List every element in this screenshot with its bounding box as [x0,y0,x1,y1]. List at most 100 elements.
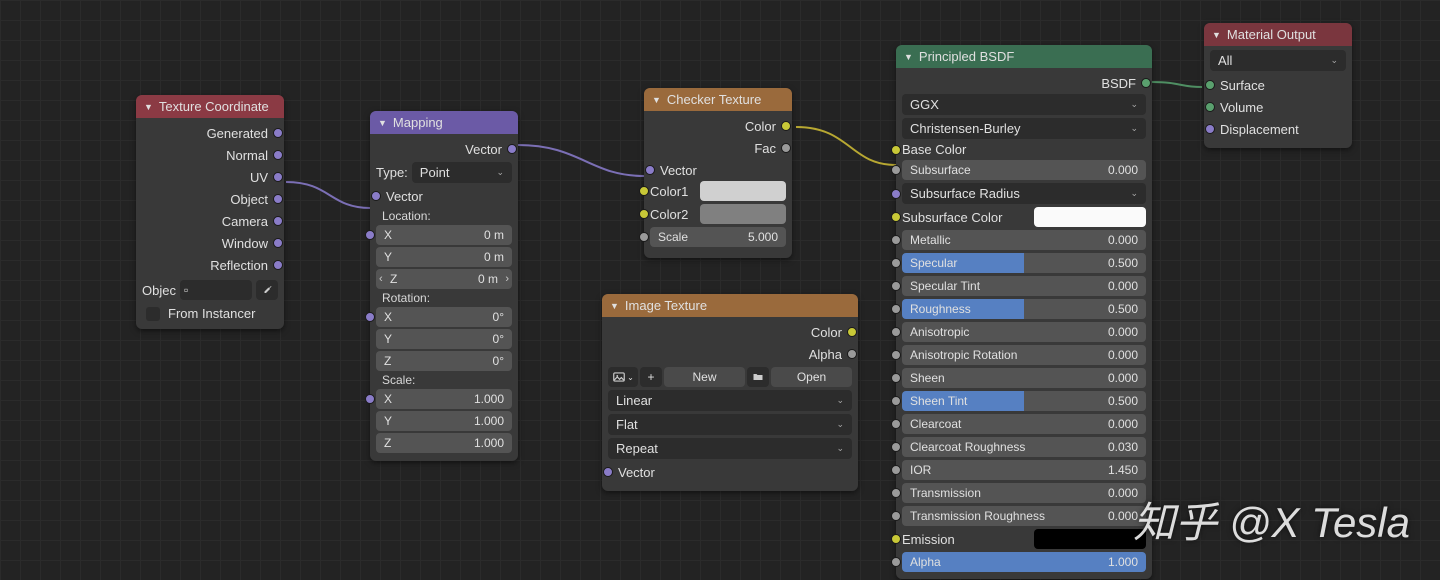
node-header[interactable]: ▼ Material Output [1204,23,1352,46]
roughness-field[interactable]: Roughness0.500 [902,299,1146,319]
open-folder-button[interactable] [747,367,769,387]
socket-sheen[interactable] [891,373,901,383]
sheen-tint-field[interactable]: Sheen Tint0.500 [902,391,1146,411]
anisotropic-field[interactable]: Anisotropic0.000 [902,322,1146,342]
socket-color-out[interactable] [781,121,791,131]
scale-field[interactable]: Scale5.000 [650,227,786,247]
socket-alpha-out[interactable] [847,349,857,359]
add-image-button[interactable]: + [640,367,662,387]
interpolation-dropdown[interactable]: Linear⌄ [608,390,852,411]
socket-clearcoat[interactable] [891,419,901,429]
from-instancer-checkbox[interactable] [146,307,160,321]
ior-field[interactable]: IOR1.450 [902,460,1146,480]
distribution-dropdown[interactable]: GGX⌄ [902,94,1146,115]
socket-clearcoat-roughness[interactable] [891,442,901,452]
node-header[interactable]: ▼ Checker Texture [644,88,792,111]
node-header[interactable]: ▼ Mapping [370,111,518,134]
scale-y[interactable]: Y1.000 [376,411,512,431]
node-material-output[interactable]: ▼ Material Output All⌄ Surface Volume Di… [1204,23,1352,148]
socket-alpha[interactable] [891,557,901,567]
socket-normal[interactable] [273,150,283,160]
socket-specular[interactable] [891,258,901,268]
socket-roughness[interactable] [891,304,901,314]
node-header[interactable]: ▼ Principled BSDF [896,45,1152,68]
socket-color2[interactable] [639,209,649,219]
target-dropdown[interactable]: All⌄ [1210,50,1346,71]
transmission-field[interactable]: Transmission0.000 [902,483,1146,503]
rotation-z[interactable]: Z0° [376,351,512,371]
subsurface-color-swatch[interactable] [1034,207,1146,227]
collapse-icon[interactable]: ▼ [652,95,661,105]
anisotropic-rotation-field[interactable]: Anisotropic Rotation0.000 [902,345,1146,365]
node-checker-texture[interactable]: ▼ Checker Texture Color Fac Vector Color… [644,88,792,258]
socket-surface[interactable] [1205,80,1215,90]
socket-specular-tint[interactable] [891,281,901,291]
socket-scale[interactable] [365,394,375,404]
socket-reflection[interactable] [273,260,283,270]
object-picker[interactable]: ▫ [180,280,252,300]
alpha-field[interactable]: Alpha1.000 [902,552,1146,572]
node-mapping[interactable]: ▼ Mapping Vector Type: Point⌄ Vector Loc… [370,111,518,461]
socket-metallic[interactable] [891,235,901,245]
collapse-icon[interactable]: ▼ [144,102,153,112]
socket-anisotropic[interactable] [891,327,901,337]
clearcoat-field[interactable]: Clearcoat0.000 [902,414,1146,434]
collapse-icon[interactable]: ▼ [610,301,619,311]
subsurface-field[interactable]: Subsurface0.000 [902,160,1146,180]
scale-x[interactable]: X1.000 [376,389,512,409]
socket-vector-in[interactable] [371,191,381,201]
collapse-icon[interactable]: ▼ [378,118,387,128]
location-y[interactable]: Y0 m [376,247,512,267]
collapse-icon[interactable]: ▼ [904,52,913,62]
socket-transmission-roughness[interactable] [891,511,901,521]
socket-location[interactable] [365,230,375,240]
projection-dropdown[interactable]: Flat⌄ [608,414,852,435]
specular-tint-field[interactable]: Specular Tint0.000 [902,276,1146,296]
transmission-roughness-field[interactable]: Transmission Roughness0.000 [902,506,1146,526]
socket-object[interactable] [273,194,283,204]
socket-camera[interactable] [273,216,283,226]
socket-emission[interactable] [891,534,901,544]
sheen-field[interactable]: Sheen0.000 [902,368,1146,388]
metallic-field[interactable]: Metallic0.000 [902,230,1146,250]
clearcoat-roughness-field[interactable]: Clearcoat Roughness0.030 [902,437,1146,457]
socket-fac-out[interactable] [781,143,791,153]
location-z[interactable]: Z0 m [376,269,512,289]
socket-vector-in[interactable] [603,467,613,477]
new-button[interactable]: New [664,367,745,387]
socket-rotation[interactable] [365,312,375,322]
socket-subsurface[interactable] [891,165,901,175]
socket-transmission[interactable] [891,488,901,498]
socket-scale[interactable] [639,232,649,242]
socket-displacement[interactable] [1205,124,1215,134]
socket-window[interactable] [273,238,283,248]
color1-swatch[interactable] [700,181,786,201]
node-header[interactable]: ▼ Image Texture [602,294,858,317]
specular-field[interactable]: Specular0.500 [902,253,1146,273]
socket-color-out[interactable] [847,327,857,337]
node-principled-bsdf[interactable]: ▼ Principled BSDF BSDF GGX⌄ Christensen-… [896,45,1152,579]
socket-sheen-tint[interactable] [891,396,901,406]
node-image-texture[interactable]: ▼ Image Texture Color Alpha ⌄ + New Open… [602,294,858,491]
open-button[interactable]: Open [771,367,852,387]
socket-ior[interactable] [891,465,901,475]
rotation-y[interactable]: Y0° [376,329,512,349]
node-texture-coordinate[interactable]: ▼ Texture Coordinate Generated Normal UV… [136,95,284,329]
collapse-icon[interactable]: ▼ [1212,30,1221,40]
socket-uv[interactable] [273,172,283,182]
type-dropdown[interactable]: Point⌄ [412,162,512,183]
socket-subsurface-color[interactable] [891,212,901,222]
subsurface-radius-dropdown[interactable]: Subsurface Radius⌄ [902,183,1146,204]
color2-swatch[interactable] [700,204,786,224]
socket-bsdf-out[interactable] [1141,78,1151,88]
node-header[interactable]: ▼ Texture Coordinate [136,95,284,118]
socket-base-color[interactable] [891,145,901,155]
rotation-x[interactable]: X0° [376,307,512,327]
emission-swatch[interactable] [1034,529,1146,549]
image-browse-button[interactable]: ⌄ [608,367,638,387]
socket-subsurface-radius[interactable] [891,189,901,199]
socket-volume[interactable] [1205,102,1215,112]
extension-dropdown[interactable]: Repeat⌄ [608,438,852,459]
location-x[interactable]: X0 m [376,225,512,245]
socket-color1[interactable] [639,186,649,196]
